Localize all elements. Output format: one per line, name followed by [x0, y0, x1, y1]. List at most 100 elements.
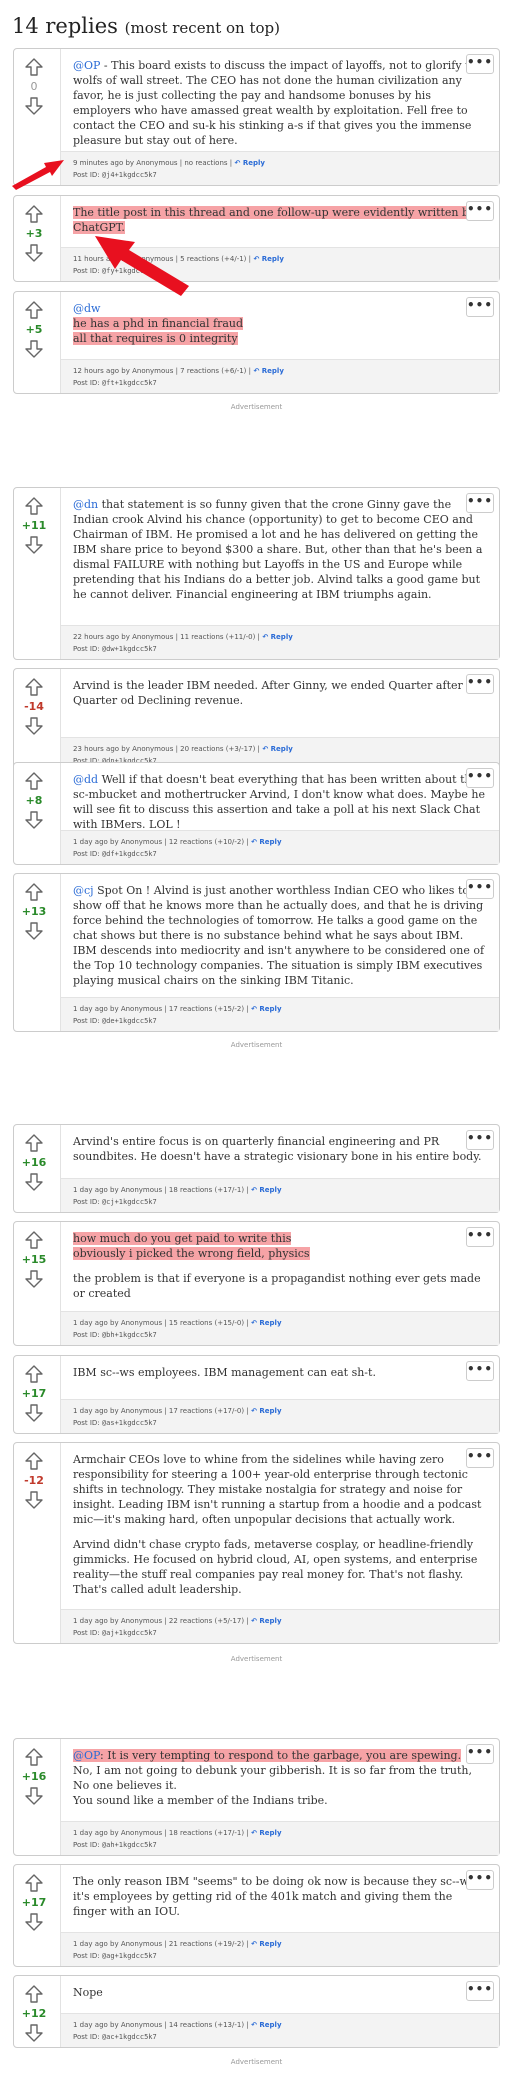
reply-label: Reply	[270, 633, 293, 641]
upvote-arrow-icon[interactable]	[24, 1364, 44, 1384]
downvote-arrow-icon[interactable]	[24, 1403, 44, 1423]
more-options-button[interactable]: •••	[466, 1870, 494, 1890]
post-id-label: Post ID:	[73, 1419, 100, 1427]
reply-link[interactable]: ↶ Reply	[249, 838, 281, 846]
post-id-row: Post ID: @df+1kgdcc5k7	[73, 848, 499, 860]
vote-score: +15	[21, 1253, 47, 1266]
more-options-button[interactable]: •••	[466, 54, 494, 74]
more-options-button[interactable]: •••	[466, 1227, 494, 1247]
vote-controls: +11	[14, 488, 54, 555]
meta-row: 1 day ago by Anonymous | 21 reactions (+…	[73, 1938, 499, 1950]
reply-text: @dw he has a phd in financial fraud all th…	[61, 292, 499, 346]
advertisement-label: Advertisement	[230, 403, 283, 411]
reply-text: how much do you get paid to write this ob…	[61, 1222, 499, 1301]
highlighted-text: how much do you get paid to write this	[73, 1232, 292, 1245]
upvote-arrow-icon[interactable]	[24, 204, 44, 224]
upvote-arrow-icon[interactable]	[24, 771, 44, 791]
reply-text-segment: Arvind is the leader IBM needed. After G…	[73, 679, 463, 707]
reply-meta: 1 day ago by Anonymous | 18 reactions (+…	[61, 1178, 499, 1212]
mention-link[interactable]: @dd	[73, 773, 98, 786]
more-options-button[interactable]: •••	[466, 493, 494, 513]
reply-line: @OP - This board exists to discuss the i…	[73, 58, 487, 148]
reply-line: @dd Well if that doesn't beat everything…	[73, 772, 487, 832]
reply-link[interactable]: ↶ Reply	[249, 1829, 281, 1837]
vote-controls: +5	[14, 292, 54, 359]
downvote-arrow-icon[interactable]	[24, 1490, 44, 1510]
reply-card: +16 @OP: It is very tempting to respond t…	[13, 1738, 500, 1856]
reply-body: IBM sc--ws employees. IBM management can…	[60, 1356, 499, 1433]
post-id-row: Post ID: @aj+1kgdcc5k7	[73, 1627, 499, 1639]
reply-text: @dd Well if that doesn't beat everything…	[61, 763, 499, 832]
downvote-arrow-icon[interactable]	[24, 96, 44, 116]
reply-text: @OP: It is very tempting to respond to t…	[61, 1739, 499, 1808]
more-options-button[interactable]: •••	[466, 1448, 494, 1468]
mention-link[interactable]: @cj	[73, 884, 94, 897]
more-options-button[interactable]: •••	[466, 201, 494, 221]
reply-link[interactable]: ↶ Reply	[232, 159, 265, 167]
reply-link[interactable]: ↶ Reply	[249, 1617, 281, 1625]
more-options-button[interactable]: •••	[466, 1981, 494, 2001]
reply-text-segment: the problem is that if everyone is a pro…	[73, 1272, 481, 1300]
reply-meta: 1 day ago by Anonymous | 18 reactions (+…	[61, 1821, 499, 1855]
more-options-button[interactable]: •••	[466, 1361, 494, 1381]
more-options-button[interactable]: •••	[466, 674, 494, 694]
reply-line: The title post in this thread and one fo…	[73, 205, 487, 235]
downvote-arrow-icon[interactable]	[24, 243, 44, 263]
upvote-arrow-icon[interactable]	[24, 1133, 44, 1153]
more-options-button[interactable]: •••	[466, 1744, 494, 1764]
reply-link[interactable]: ↶ Reply	[251, 255, 283, 263]
reply-text-segment: Well if that doesn't beat everything tha…	[73, 773, 486, 831]
upvote-arrow-icon[interactable]	[24, 882, 44, 902]
reply-link[interactable]: ↶ Reply	[260, 633, 293, 641]
more-options-button[interactable]: •••	[466, 768, 494, 788]
mention-link[interactable]: @dn	[73, 498, 98, 511]
reply-link[interactable]: ↶ Reply	[249, 1940, 281, 1948]
reply-link[interactable]: ↶ Reply	[249, 1407, 281, 1415]
upvote-arrow-icon[interactable]	[24, 57, 44, 77]
reply-line: @cj Spot On ! Alvind is just another wor…	[73, 883, 487, 988]
downvote-arrow-icon[interactable]	[24, 921, 44, 941]
downvote-arrow-icon[interactable]	[24, 339, 44, 359]
upvote-arrow-icon[interactable]	[24, 1451, 44, 1471]
downvote-arrow-icon[interactable]	[24, 535, 44, 555]
downvote-arrow-icon[interactable]	[24, 1269, 44, 1289]
more-options-button[interactable]: •••	[466, 297, 494, 317]
reply-link[interactable]: ↶ Reply	[249, 1005, 281, 1013]
post-id-row: Post ID: @de+1kgdcc5k7	[73, 1015, 499, 1027]
upvote-arrow-icon[interactable]	[24, 300, 44, 320]
reply-line: @dw	[73, 301, 487, 316]
more-options-button[interactable]: •••	[466, 879, 494, 899]
reply-text: Arvind's entire focus is on quarterly fi…	[61, 1125, 499, 1164]
upvote-arrow-icon[interactable]	[24, 1230, 44, 1250]
reply-link[interactable]: ↶ Reply	[249, 2021, 281, 2029]
reply-link[interactable]: ↶ Reply	[260, 745, 292, 753]
post-timestamp: 12 hours ago by Anonymous | 7 reactions …	[73, 367, 252, 375]
reply-link[interactable]: ↶ Reply	[249, 1319, 281, 1327]
vote-controls: +12	[14, 1976, 54, 2043]
downvote-arrow-icon[interactable]	[24, 716, 44, 736]
reply-meta: 1 day ago by Anonymous | 22 reactions (+…	[61, 1609, 499, 1643]
mention-link[interactable]: @OP	[73, 59, 100, 72]
reply-line: obviously i picked the wrong field, phys…	[73, 1246, 487, 1261]
post-id-row: Post ID: @ag+1kgdcc5k7	[73, 1950, 499, 1962]
mention-link[interactable]: @dw	[73, 302, 100, 315]
upvote-arrow-icon[interactable]	[24, 1747, 44, 1767]
downvote-arrow-icon[interactable]	[24, 2023, 44, 2043]
upvote-arrow-icon[interactable]	[24, 677, 44, 697]
downvote-arrow-icon[interactable]	[24, 810, 44, 830]
reply-body: @OP: It is very tempting to respond to t…	[60, 1739, 499, 1855]
reply-label: Reply	[261, 367, 284, 375]
downvote-arrow-icon[interactable]	[24, 1786, 44, 1806]
upvote-arrow-icon[interactable]	[24, 1984, 44, 2004]
mention-link[interactable]: @OP	[73, 1749, 100, 1762]
reply-link[interactable]: ↶ Reply	[251, 367, 284, 375]
upvote-arrow-icon[interactable]	[24, 1873, 44, 1893]
downvote-arrow-icon[interactable]	[24, 1912, 44, 1932]
meta-row: 1 day ago by Anonymous | 12 reactions (+…	[73, 836, 499, 848]
reply-text-segment: No, I am not going to debunk your gibber…	[73, 1764, 473, 1792]
reply-link[interactable]: ↶ Reply	[249, 1186, 281, 1194]
upvote-arrow-icon[interactable]	[24, 496, 44, 516]
more-options-button[interactable]: •••	[466, 1130, 494, 1150]
post-id-label: Post ID:	[73, 1331, 100, 1339]
downvote-arrow-icon[interactable]	[24, 1172, 44, 1192]
